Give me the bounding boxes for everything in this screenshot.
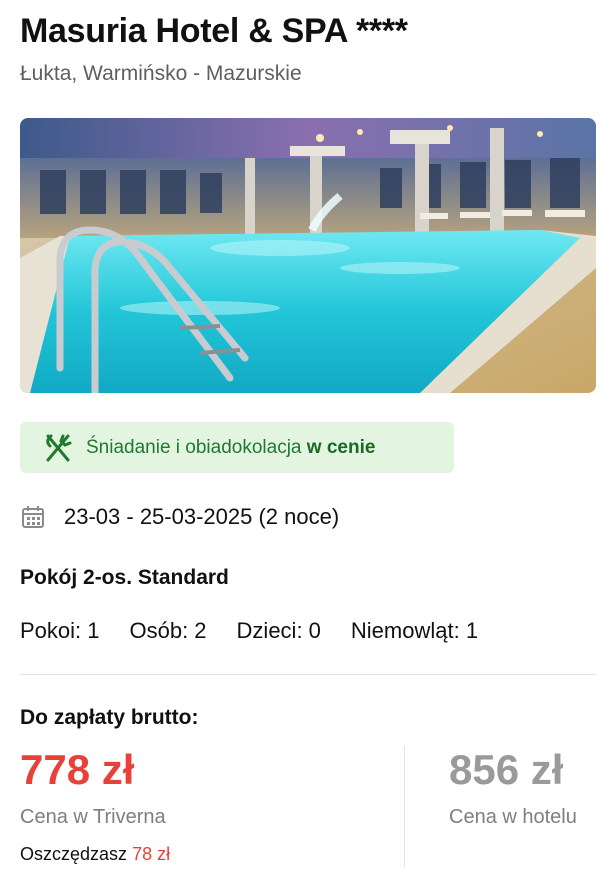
hotel-location: Łukta, Warmińsko - Mazurskie xyxy=(20,62,302,85)
hotel-photo[interactable] xyxy=(20,118,596,393)
rooms-count: Pokoi: 1 xyxy=(20,618,100,643)
offer-card: Masuria Hotel & SPA **** Łukta, Warmińsk… xyxy=(0,0,612,876)
triverna-price-label: Cena w Triverna xyxy=(20,806,166,828)
persons-count: Osób: 2 xyxy=(129,618,207,643)
meals-badge: Śniadanie i obiadokolacja w cenie xyxy=(20,422,454,473)
hotel-price: 856 zł xyxy=(449,746,564,793)
hotel-price-label: Cena w hotelu xyxy=(449,806,577,828)
savings-label: Oszczędzasz xyxy=(20,844,128,864)
calendar-icon xyxy=(20,504,46,530)
room-type: Pokój 2-os. Standard xyxy=(20,566,229,589)
occupancy-summary: Pokoi: 1 Osób: 2 Dzieci: 0 Niemowląt: 1 xyxy=(20,618,508,644)
infants-count: Niemowląt: 1 xyxy=(350,618,479,643)
meals-included: w cenie xyxy=(306,436,376,458)
children-count: Dzieci: 0 xyxy=(236,618,321,643)
savings-info: Oszczędzasz 78 zł xyxy=(20,844,170,865)
meals-plan: Śniadanie i obiadokolacja xyxy=(86,436,302,458)
stay-dates-text: 23-03 - 25-03-2025 (2 noce) xyxy=(64,504,340,529)
savings-amount: 78 zł xyxy=(132,844,171,864)
triverna-price: 778 zł xyxy=(20,746,135,793)
fork-knife-icon xyxy=(42,432,74,464)
pool-illustration xyxy=(20,118,596,393)
divider xyxy=(20,674,596,675)
meals-text: Śniadanie i obiadokolacja w cenie xyxy=(86,437,375,459)
stay-dates: 23-03 - 25-03-2025 (2 noce) xyxy=(20,504,339,530)
payment-label: Do zapłaty brutto: xyxy=(20,706,199,729)
hotel-name[interactable]: Masuria Hotel & SPA **** xyxy=(20,12,408,51)
price-divider xyxy=(404,746,405,868)
